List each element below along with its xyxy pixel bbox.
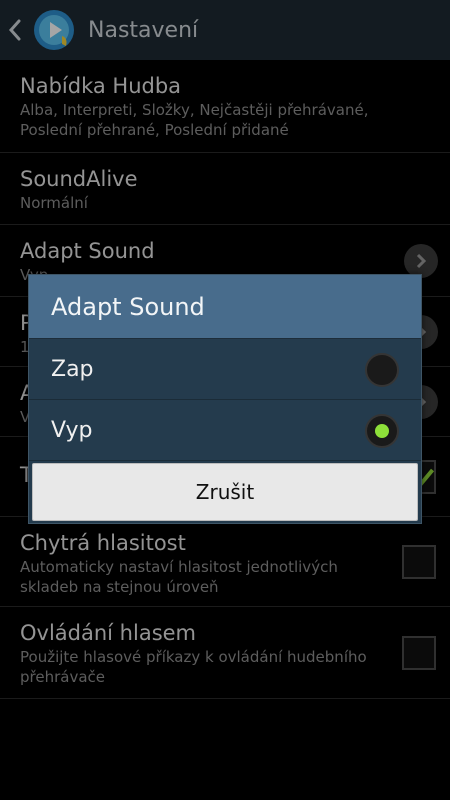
option-label: Vyp: [51, 417, 93, 443]
option-label: Zap: [51, 356, 94, 382]
dialog-button-bar: Zrušit: [29, 461, 421, 521]
cancel-button[interactable]: Zrušit: [32, 463, 418, 521]
option-zap[interactable]: Zap: [29, 339, 421, 400]
radio-button[interactable]: [365, 353, 399, 387]
adapt-sound-dialog: Adapt Sound Zap Vyp Zrušit: [28, 274, 422, 524]
option-vyp[interactable]: Vyp: [29, 400, 421, 461]
dialog-title: Adapt Sound: [29, 275, 421, 339]
radio-button-selected[interactable]: [365, 414, 399, 448]
